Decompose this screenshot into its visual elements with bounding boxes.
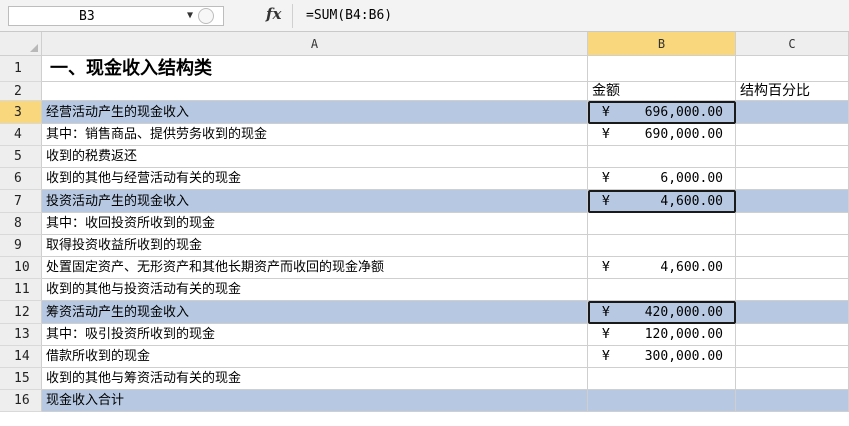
cell-a4-label[interactable]: 其中：销售商品、提供劳务收到的现金 bbox=[42, 124, 588, 146]
amount-value: 300,000.00 bbox=[644, 349, 723, 364]
row-header-7[interactable]: 7 bbox=[0, 190, 42, 213]
currency-symbol: ¥ bbox=[602, 127, 610, 142]
row-header-6[interactable]: 6 bbox=[0, 168, 42, 190]
cell-b8-amount[interactable] bbox=[588, 213, 736, 235]
name-box[interactable]: B3 ▼ bbox=[8, 6, 224, 26]
cell-b2-header[interactable]: 金额 bbox=[588, 82, 736, 101]
cell-a15-label[interactable]: 收到的其他与筹资活动有关的现金 bbox=[42, 368, 588, 390]
currency-symbol: ¥ bbox=[602, 105, 610, 120]
cell-a12-label[interactable]: 筹资活动产生的现金收入 bbox=[42, 301, 588, 324]
cell-b12-amount[interactable]: ¥420,000.00 bbox=[588, 301, 736, 324]
column-header-b[interactable]: B bbox=[588, 32, 736, 56]
amount-value: 696,000.00 bbox=[644, 105, 723, 120]
cell-b13-amount[interactable]: ¥120,000.00 bbox=[588, 324, 736, 346]
row-header-1[interactable]: 1 bbox=[0, 56, 42, 82]
cell-a11-label[interactable]: 收到的其他与投资活动有关的现金 bbox=[42, 279, 588, 301]
row-header-3[interactable]: 3 bbox=[0, 101, 42, 124]
cell-c12[interactable] bbox=[736, 301, 849, 324]
cell-c1[interactable] bbox=[736, 56, 849, 82]
row-header-15[interactable]: 15 bbox=[0, 368, 42, 390]
amount-column-title: 金额 bbox=[592, 83, 620, 99]
cell-c13[interactable] bbox=[736, 324, 849, 346]
row-header-9[interactable]: 9 bbox=[0, 235, 42, 257]
cell-c3[interactable] bbox=[736, 101, 849, 124]
select-all-icon bbox=[30, 44, 38, 52]
cell-a5-label[interactable]: 收到的税费返还 bbox=[42, 146, 588, 168]
currency-symbol: ¥ bbox=[602, 194, 610, 209]
amount-value: 420,000.00 bbox=[644, 305, 723, 320]
cell-a3-label[interactable]: 经营活动产生的现金收入 bbox=[42, 101, 588, 124]
amount-value: 4,600.00 bbox=[660, 260, 723, 275]
amount-value: 690,000.00 bbox=[644, 127, 723, 142]
currency-symbol: ¥ bbox=[602, 305, 610, 320]
currency-symbol: ¥ bbox=[602, 260, 610, 275]
formula-input[interactable]: =SUM(B4:B6) bbox=[306, 8, 392, 23]
chevron-down-icon[interactable]: ▼ bbox=[187, 10, 193, 21]
cell-c6[interactable] bbox=[736, 168, 849, 190]
row-header-4[interactable]: 4 bbox=[0, 124, 42, 146]
formula-bar-divider bbox=[292, 4, 293, 28]
currency-symbol: ¥ bbox=[602, 171, 610, 186]
cell-c16[interactable] bbox=[736, 390, 849, 412]
amount-value: 6,000.00 bbox=[660, 171, 723, 186]
cell-b3-amount[interactable]: ¥696,000.00 bbox=[588, 101, 736, 124]
row-header-11[interactable]: 11 bbox=[0, 279, 42, 301]
cell-c4[interactable] bbox=[736, 124, 849, 146]
cell-b11-amount[interactable] bbox=[588, 279, 736, 301]
cell-b16-amount[interactable] bbox=[588, 390, 736, 412]
row-header-8[interactable]: 8 bbox=[0, 213, 42, 235]
row-header-5[interactable]: 5 bbox=[0, 146, 42, 168]
cell-c15[interactable] bbox=[736, 368, 849, 390]
cell-a13-label[interactable]: 其中：吸引投资所收到的现金 bbox=[42, 324, 588, 346]
row-header-14[interactable]: 14 bbox=[0, 346, 42, 368]
row-header-10[interactable]: 10 bbox=[0, 257, 42, 279]
cell-a8-label[interactable]: 其中：收回投资所收到的现金 bbox=[42, 213, 588, 235]
column-header-a[interactable]: A bbox=[42, 32, 588, 56]
cell-b14-amount[interactable]: ¥300,000.00 bbox=[588, 346, 736, 368]
cell-b1[interactable] bbox=[588, 56, 736, 82]
cell-c5[interactable] bbox=[736, 146, 849, 168]
cell-a16-label[interactable]: 现金收入合计 bbox=[42, 390, 588, 412]
cell-c14[interactable] bbox=[736, 346, 849, 368]
cell-b6-amount[interactable]: ¥6,000.00 bbox=[588, 168, 736, 190]
cell-b10-amount[interactable]: ¥4,600.00 bbox=[588, 257, 736, 279]
cell-b9-amount[interactable] bbox=[588, 235, 736, 257]
cell-a10-label[interactable]: 处置固定资产、无形资产和其他长期资产而收回的现金净额 bbox=[42, 257, 588, 279]
cell-b4-amount[interactable]: ¥690,000.00 bbox=[588, 124, 736, 146]
cell-c11[interactable] bbox=[736, 279, 849, 301]
cell-c7[interactable] bbox=[736, 190, 849, 213]
cell-a7-label[interactable]: 投资活动产生的现金收入 bbox=[42, 190, 588, 213]
amount-value: 4,600.00 bbox=[660, 194, 723, 209]
cell-a1-title[interactable]: 一、现金收入结构类 bbox=[42, 56, 588, 82]
row-header-13[interactable]: 13 bbox=[0, 324, 42, 346]
cell-a14-label[interactable]: 借款所收到的现金 bbox=[42, 346, 588, 368]
select-all-corner[interactable] bbox=[0, 32, 42, 56]
column-header-c[interactable]: C bbox=[736, 32, 849, 56]
cell-b7-amount[interactable]: ¥4,600.00 bbox=[588, 190, 736, 213]
insert-function-icon[interactable]: fx bbox=[266, 5, 281, 23]
cell-b15-amount[interactable] bbox=[588, 368, 736, 390]
spreadsheet-grid: A B C 1 一、现金收入结构类 2 金额 结构百分比 3 经营活动产生的现金收入 ¥696… bbox=[0, 32, 849, 426]
currency-symbol: ¥ bbox=[602, 349, 610, 364]
row-header-2[interactable]: 2 bbox=[0, 82, 42, 101]
amount-value: 120,000.00 bbox=[644, 327, 723, 342]
formula-bar: B3 ▼ fx =SUM(B4:B6) bbox=[0, 0, 849, 32]
percent-column-title: 结构百分比 bbox=[740, 83, 810, 99]
cell-a2[interactable] bbox=[42, 82, 588, 101]
cell-a9-label[interactable]: 取得投资收益所收到的现金 bbox=[42, 235, 588, 257]
cell-c9[interactable] bbox=[736, 235, 849, 257]
row-header-12[interactable]: 12 bbox=[0, 301, 42, 324]
row-header-16[interactable]: 16 bbox=[0, 390, 42, 412]
cell-b5-amount[interactable] bbox=[588, 146, 736, 168]
cell-c8[interactable] bbox=[736, 213, 849, 235]
currency-symbol: ¥ bbox=[602, 327, 610, 342]
formula-bar-toggle-icon[interactable] bbox=[198, 8, 214, 24]
cell-a6-label[interactable]: 收到的其他与经营活动有关的现金 bbox=[42, 168, 588, 190]
cell-reference: B3 bbox=[79, 9, 95, 24]
cell-c2-header[interactable]: 结构百分比 bbox=[736, 82, 849, 101]
cell-c10[interactable] bbox=[736, 257, 849, 279]
